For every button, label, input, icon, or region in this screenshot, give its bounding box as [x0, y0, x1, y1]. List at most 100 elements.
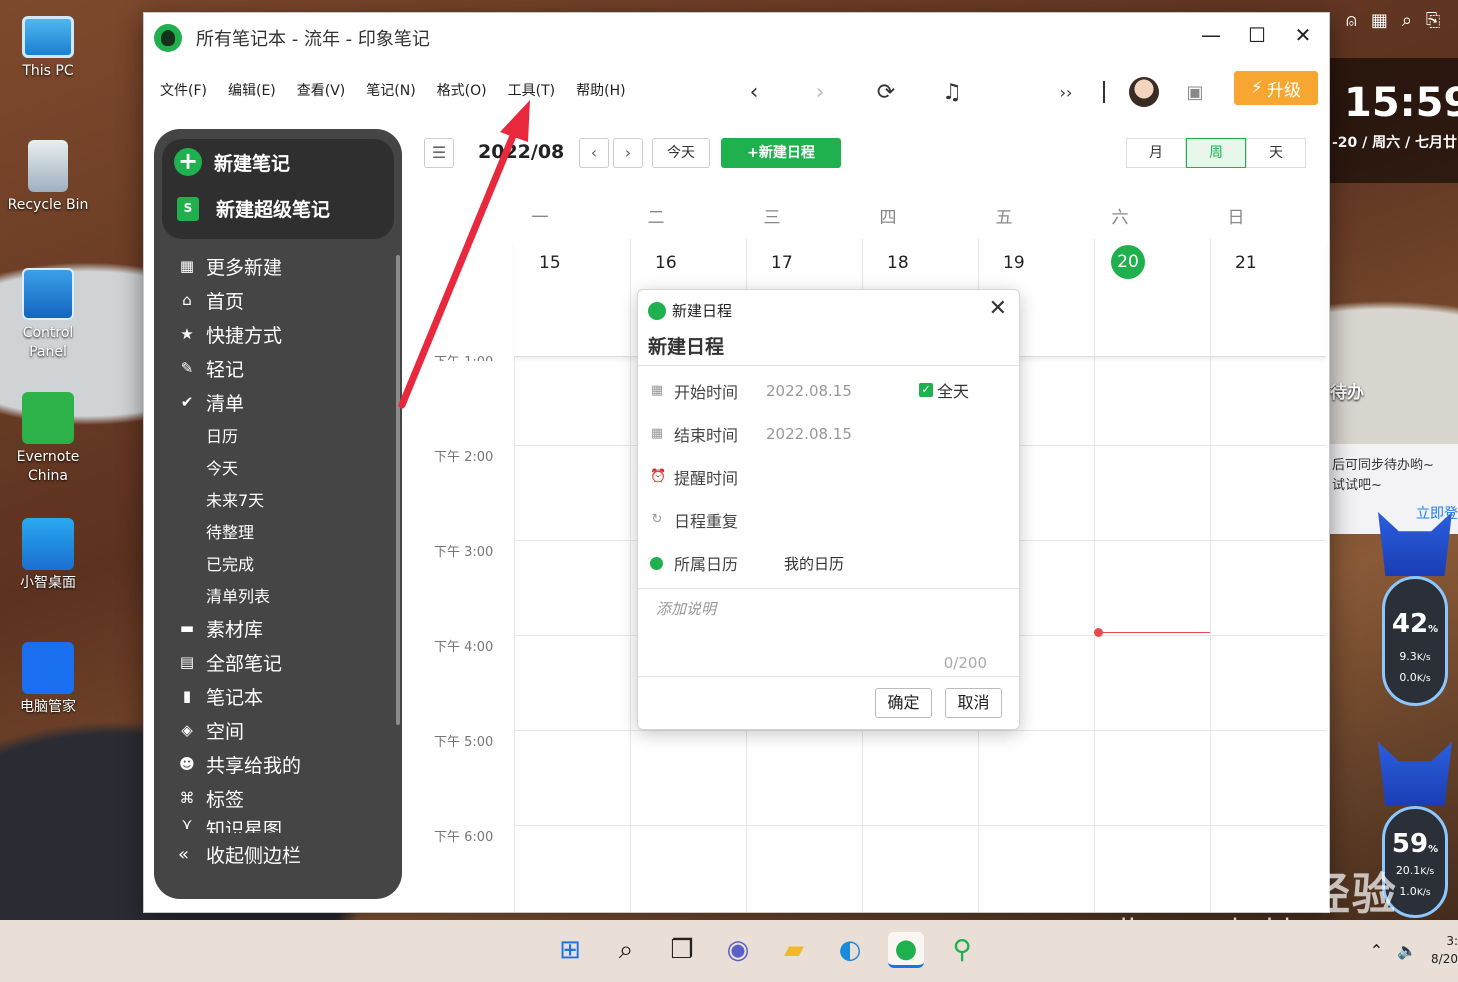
sidebar-item-today[interactable]: 今天 — [178, 451, 301, 483]
new-super-note-button[interactable]: S 新建超级笔记 — [174, 195, 330, 222]
back-icon[interactable]: ‹ — [739, 80, 769, 105]
desktop-icon-evernote[interactable]: Evernote China — [0, 392, 96, 486]
sidebar-item-checklist-list[interactable]: 清单列表 — [178, 579, 301, 611]
search-icon[interactable]: ⌕ — [1402, 10, 1412, 31]
forward-icon[interactable]: › — [805, 80, 835, 105]
avatar[interactable] — [1129, 77, 1159, 107]
network-gauge-1[interactable]: 42% 9.3K/s 0.0K/s — [1382, 576, 1448, 706]
date-number[interactable]: 15 — [539, 253, 561, 273]
maximize-button[interactable]: ☐ — [1245, 23, 1269, 47]
end-time-value[interactable]: 2022.08.15 — [766, 425, 852, 443]
date-number[interactable]: 16 — [655, 253, 677, 273]
dialog-close-button[interactable]: ✕ — [989, 296, 1007, 321]
upgrade-button[interactable]: ⚡ 升级 — [1234, 71, 1318, 105]
end-time-field[interactable]: ▦ 结束时间 2022.08.15 — [650, 422, 1010, 446]
sidebar-scrollbar[interactable] — [396, 255, 400, 725]
repeat-field[interactable]: ↻ 日程重复 — [650, 508, 738, 532]
sidebar-item-checklist[interactable]: ✔ 清单 — [178, 385, 301, 419]
sidebar-item-label: 清单 — [206, 392, 245, 415]
menu-view[interactable]: 查看(V) — [297, 80, 346, 100]
edge-icon[interactable]: ◐ — [832, 932, 868, 968]
menu-help[interactable]: 帮助(H) — [576, 80, 625, 100]
view-month-button[interactable]: 月 — [1126, 138, 1186, 168]
cancel-button[interactable]: 取消 — [945, 688, 1002, 718]
new-event-button[interactable]: +新建日程 — [721, 138, 841, 168]
confirm-button[interactable]: 确定 — [875, 688, 932, 718]
minimize-button[interactable]: — — [1199, 23, 1223, 47]
user-icon[interactable]: ⍝ — [1346, 10, 1357, 31]
menu-note[interactable]: 笔记(N) — [366, 80, 415, 100]
sidebar-item-more-new[interactable]: ▦ 更多新建 — [178, 249, 301, 283]
sidebar-item-next-7-days[interactable]: 未来7天 — [178, 483, 301, 515]
prev-week-button[interactable]: ‹ — [579, 138, 609, 168]
desktop-icon-control-panel[interactable]: Control Panel — [0, 268, 96, 362]
sync-icon[interactable]: ⟳ — [871, 80, 901, 105]
more-icon[interactable]: ›› — [1051, 83, 1081, 102]
sidebar-item-calendar[interactable]: 日历 — [178, 419, 301, 451]
title-bar[interactable]: 所有笔记本 - 流年 - 印象笔记 — ☐ ✕ — [144, 13, 1329, 63]
sidebar-item-materials[interactable]: ▬ 素材库 — [178, 611, 301, 645]
today-button[interactable]: 今天 — [652, 138, 710, 168]
chevron-up-icon[interactable]: ⌃ — [1370, 941, 1383, 960]
description-input[interactable]: 添加说明 — [656, 598, 716, 619]
sidebar-item-spaces[interactable]: ◈ 空间 — [178, 713, 301, 747]
new-note-button[interactable]: + 新建笔记 — [174, 148, 290, 176]
desktop-icon-this-pc[interactable]: This PC — [0, 16, 96, 81]
calendar-menu-icon[interactable]: ☰ — [424, 138, 454, 168]
menu-edit[interactable]: 编辑(E) — [228, 80, 276, 100]
desktop-icon-pc-manager[interactable]: 电脑管家 — [0, 642, 96, 717]
volume-icon[interactable]: 🔈 — [1397, 941, 1417, 960]
task-view-icon[interactable]: ❐ — [664, 932, 700, 968]
sidebar-item-shared-with-me[interactable]: ☻ 共享给我的 — [178, 747, 301, 781]
sidebar-item-completed[interactable]: 已完成 — [178, 547, 301, 579]
today-date-number[interactable]: 20 — [1111, 245, 1145, 279]
sidebar-item-notebooks[interactable]: ▮ 笔记本 — [178, 679, 301, 713]
sidebar-item-shortcuts[interactable]: ★ 快捷方式 — [178, 317, 301, 351]
all-day-checkbox[interactable]: ✓ 全天 — [919, 378, 969, 402]
date-number[interactable]: 17 — [771, 253, 793, 273]
desktop-icon-recycle-bin[interactable]: Recycle Bin — [0, 140, 96, 215]
sidebar-item-quick-note[interactable]: ✎ 轻记 — [178, 351, 301, 385]
view-day-button[interactable]: 天 — [1246, 138, 1306, 168]
date-number[interactable]: 18 — [887, 253, 909, 273]
menu-file[interactable]: 文件(F) — [160, 80, 207, 100]
taskbar-clock[interactable]: 3: 8/20 — [1431, 932, 1458, 968]
desktop-icon-xiaozhi[interactable]: 小智桌面 — [0, 518, 96, 593]
sidebar-item-label: 素材库 — [206, 618, 264, 641]
sidebar-item-home[interactable]: ⌂ 首页 — [178, 283, 301, 317]
calendar-icon[interactable]: ▦ — [1371, 10, 1388, 31]
chat-icon[interactable]: ◉ — [720, 932, 756, 968]
sidebar-item-all-notes[interactable]: ▤ 全部笔记 — [178, 645, 301, 679]
next-week-button[interactable]: › — [613, 138, 643, 168]
sidebar-item-to-organize[interactable]: 待整理 — [178, 515, 301, 547]
notebook-cube-icon[interactable]: ▣ — [1183, 82, 1207, 103]
sidebar-item-knowledge-graph[interactable]: ⋎ 知识星图 — [178, 815, 301, 833]
evernote-taskbar-icon[interactable]: ● — [888, 932, 924, 968]
collapse-sidebar-label: 收起侧边栏 — [206, 845, 302, 867]
menu-format[interactable]: 格式(O) — [437, 80, 487, 100]
bell-icon[interactable]: ♫ — [937, 80, 967, 105]
dialog-divider — [638, 676, 1019, 677]
start-time-value[interactable]: 2022.08.15 — [766, 382, 852, 400]
close-button[interactable]: ✕ — [1291, 23, 1315, 47]
start-time-label: 开始时间 — [674, 383, 739, 402]
menu-tools[interactable]: 工具(T) — [508, 80, 555, 100]
sidebar-item-tags[interactable]: ⌘ 标签 — [178, 781, 301, 815]
search-app-icon[interactable]: ⚲ — [944, 932, 980, 968]
sidebar-item-label: 笔记本 — [206, 686, 264, 709]
sidebar-item-label: 今天 — [206, 459, 239, 478]
folder-icon[interactable]: ▰ — [776, 932, 812, 968]
date-number[interactable]: 21 — [1235, 253, 1257, 273]
view-week-button[interactable]: 周 — [1186, 138, 1246, 168]
search-icon[interactable]: ⌕ — [608, 932, 644, 968]
calendar-select-field[interactable]: 所属日历 我的日历 — [650, 551, 1010, 575]
start-menu-icon[interactable]: ⊞ — [552, 932, 588, 968]
date-number[interactable]: 19 — [1003, 253, 1025, 273]
calendar-select-value[interactable]: 我的日历 — [784, 553, 844, 574]
share-icon[interactable]: ⎘ — [1426, 10, 1440, 31]
xiaozhi-desktop-icon — [22, 518, 74, 570]
reminder-field[interactable]: ⏰ 提醒时间 — [650, 465, 738, 489]
event-title-input[interactable]: 新建日程 — [648, 332, 724, 359]
new-note-box: + 新建笔记 S 新建超级笔记 — [162, 139, 394, 239]
collapse-sidebar-button[interactable]: « 收起侧边栏 — [178, 841, 301, 868]
